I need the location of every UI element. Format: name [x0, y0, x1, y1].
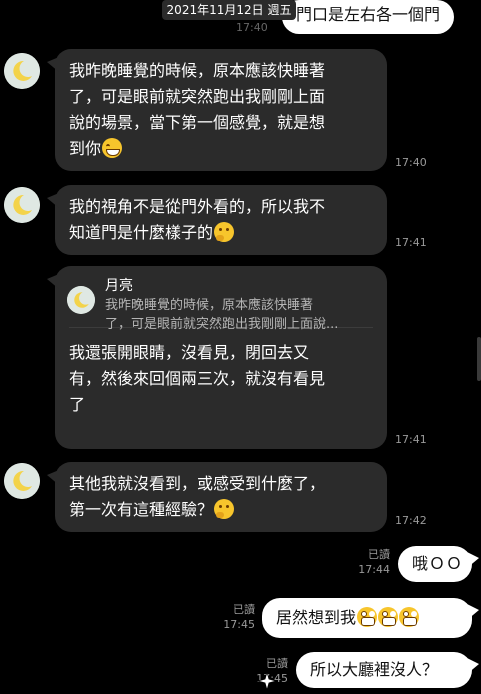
- avatar-moon-icon[interactable]: [4, 187, 40, 223]
- message-text: 居然想到我: [276, 608, 357, 627]
- message-bubble-outgoing[interactable]: 居然想到我: [262, 598, 479, 638]
- grinning-squinting-face-icon: [102, 138, 123, 158]
- date-separator: 2021年11月12日 週五: [162, 0, 296, 20]
- message-line: 說的場景，當下第一個感覺，就是想: [69, 113, 326, 132]
- message-bubble-incoming[interactable]: 我的視角不是從門外看的，所以我不 知道門是什麼樣子的: [47, 185, 387, 255]
- message-time: 17:40: [236, 21, 268, 34]
- message-line: 我還張開眼睛，沒看見，閉回去又: [69, 343, 310, 362]
- message-time: 17:45: [223, 618, 255, 631]
- message-line: 知道門是什麼樣子的: [69, 223, 214, 242]
- message-line: 了，可是眼前就突然跑出我剛剛上面: [69, 87, 326, 106]
- message-bubble-outgoing[interactable]: 門口是左右各一個門: [282, 0, 455, 34]
- read-receipt: 已讀: [368, 548, 390, 561]
- screaming-face-icon: [378, 607, 399, 627]
- message-bubble-incoming[interactable]: 其他我就沒看到，或感受到什麼了， 第一次有這種經驗？: [47, 462, 387, 532]
- message-bubble-outgoing[interactable]: 所以大廳裡沒人？: [296, 652, 479, 688]
- read-receipt: 已讀: [266, 657, 288, 670]
- read-receipt: 已讀: [233, 603, 255, 616]
- message-line: 了: [69, 395, 86, 414]
- message-time: 17:40: [395, 156, 427, 169]
- message-meta: 已讀 17:45: [205, 602, 255, 632]
- message-text: 哦ＯＯ: [412, 554, 464, 573]
- message-line: 我的視角不是從門外看的，所以我不: [69, 197, 326, 216]
- thinking-face-icon: [214, 499, 235, 519]
- message-line: 我昨晚睡覺的時候，原本應該快睡著: [69, 61, 326, 80]
- message-text: 所以大廳裡沒人？: [310, 660, 439, 679]
- sparkle-icon: [257, 671, 277, 691]
- message-line: 到你: [69, 139, 102, 158]
- screaming-face-icon: [357, 607, 378, 627]
- snippet-line: 我昨晚睡覺的時候，原本應該快睡著: [105, 298, 314, 313]
- message-bubble-incoming[interactable]: 我昨晚睡覺的時候，原本應該快睡著 了，可是眼前就突然跑出我剛剛上面 說的場景，當…: [47, 49, 387, 171]
- quoted-message[interactable]: 月亮 我昨晚睡覺的時候，原本應該快睡著 了，可是眼前就突然跑出我剛剛上面說...: [67, 278, 373, 332]
- message-text: 門口是左右各一個門: [296, 5, 441, 24]
- avatar-moon-icon: [67, 286, 95, 314]
- message-bubble-reply[interactable]: 月亮 我昨晚睡覺的時候，原本應該快睡著 了，可是眼前就突然跑出我剛剛上面說...…: [47, 266, 387, 449]
- message-time: 17:42: [395, 514, 427, 527]
- screaming-face-icon: [399, 607, 420, 627]
- scrollbar-thumb[interactable]: [477, 337, 481, 381]
- message-bubble-outgoing[interactable]: 哦ＯＯ: [398, 546, 479, 582]
- message-time: 17:44: [358, 563, 390, 576]
- avatar-moon-icon[interactable]: [4, 53, 40, 89]
- avatar-moon-icon[interactable]: [4, 463, 40, 499]
- message-line: 有，然後來回個兩三次，就沒有看見: [69, 369, 326, 388]
- message-time: 17:41: [395, 236, 427, 249]
- quoted-snippet: 我昨晚睡覺的時候，原本應該快睡著 了，可是眼前就突然跑出我剛剛上面說...: [105, 296, 338, 334]
- snippet-line: 了，可是眼前就突然跑出我剛剛上面說...: [105, 317, 339, 332]
- message-time: 17:41: [395, 433, 427, 446]
- message-line: 其他我就沒看到，或感受到什麼了，: [69, 474, 326, 493]
- quoted-sender-name: 月亮: [105, 278, 133, 294]
- message-meta: 已讀 17:44: [340, 547, 390, 577]
- thinking-face-icon: [214, 222, 235, 242]
- message-line: 第一次有這種經驗？: [69, 500, 214, 519]
